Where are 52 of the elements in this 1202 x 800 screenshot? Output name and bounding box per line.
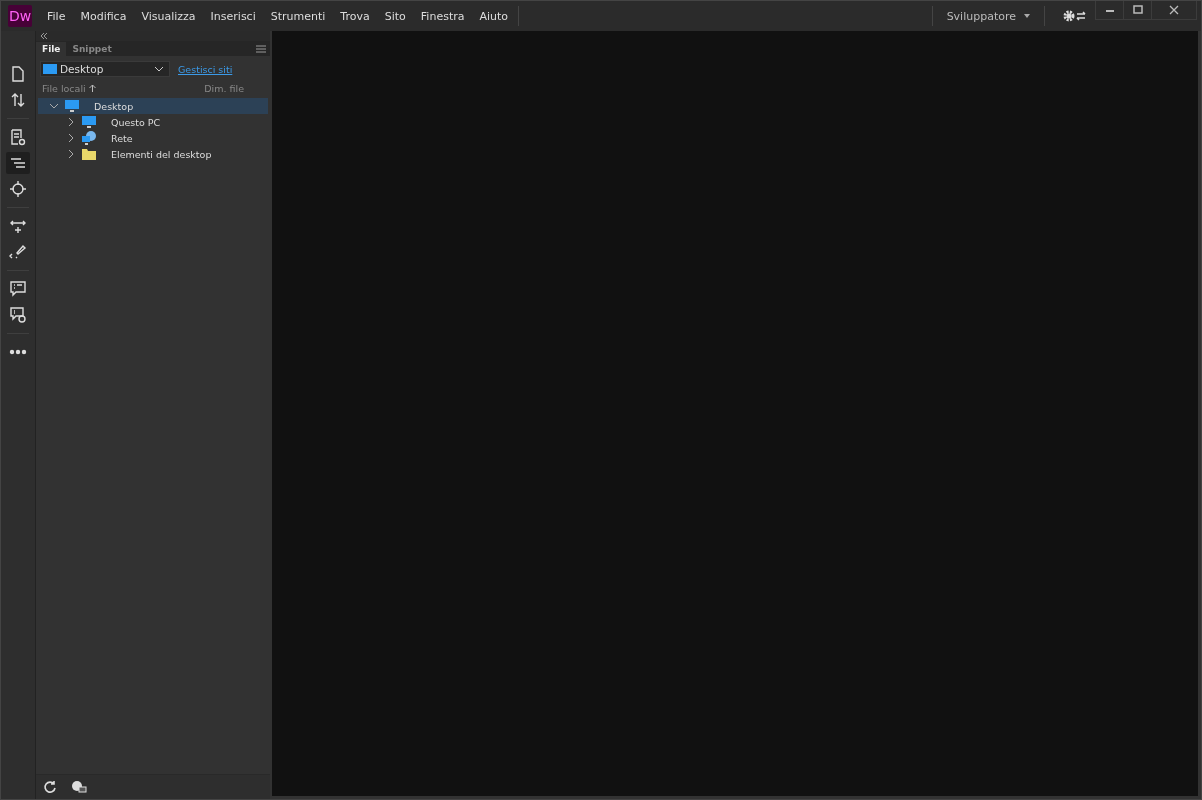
menu-item[interactable]: Modifica xyxy=(80,9,127,23)
document-eye-icon xyxy=(11,129,26,146)
gear-sync-icon[interactable] xyxy=(1063,9,1087,23)
menu-item[interactable]: Sito xyxy=(384,9,406,23)
refresh-icon[interactable] xyxy=(43,780,57,794)
comment-check-icon xyxy=(10,307,26,323)
more-icon xyxy=(9,349,27,355)
panel-tab[interactable]: Snippet xyxy=(66,41,118,56)
caret-icon xyxy=(1024,14,1030,18)
manage-sites-link[interactable]: Gestisci siti xyxy=(178,63,233,75)
tree-row[interactable]: Elementi del desktop xyxy=(38,146,268,162)
column-header[interactable]: Dim. file xyxy=(204,83,244,94)
network-icon xyxy=(81,131,97,145)
lines-icon xyxy=(10,158,26,168)
menu-item[interactable]: File xyxy=(47,9,66,23)
tree-row[interactable]: Questo PC xyxy=(38,114,268,130)
monitor-icon xyxy=(64,99,80,113)
site-dropdown[interactable]: Desktop xyxy=(40,61,170,77)
menu-item[interactable]: Trova xyxy=(340,9,370,23)
comment-icon xyxy=(10,281,26,297)
maximize-icon xyxy=(1132,5,1143,15)
up-down-arrows-icon xyxy=(11,93,25,107)
chevron-down-icon[interactable] xyxy=(50,102,58,110)
panel-tab[interactable]: File xyxy=(36,41,67,56)
menu-item[interactable]: Finestra xyxy=(420,9,465,23)
brush-code-icon xyxy=(9,244,27,259)
width-arrows-icon xyxy=(10,220,26,234)
monitor-icon xyxy=(81,115,97,129)
crosshair-icon xyxy=(9,180,27,198)
sort-up-icon xyxy=(88,84,96,92)
monitor-icon xyxy=(43,64,57,74)
menu-item[interactable]: Inserisci xyxy=(210,9,256,23)
app-logo[interactable]: Dw xyxy=(8,5,32,27)
tree-row[interactable]: Desktop xyxy=(38,98,268,114)
document-icon xyxy=(12,66,24,82)
chevron-down-icon xyxy=(155,66,163,72)
column-header[interactable]: File locali xyxy=(42,83,96,94)
menu-item[interactable]: Visualizza xyxy=(141,9,196,23)
menu-item[interactable]: Aiuto xyxy=(479,9,509,23)
tree-item-label: Desktop xyxy=(94,100,134,112)
workspace-dropdown[interactable]: Sviluppatore xyxy=(942,9,1034,23)
menu-item[interactable]: Strumenti xyxy=(270,9,326,23)
globe-comment-icon[interactable] xyxy=(71,780,87,794)
tool-button[interactable] xyxy=(6,152,30,174)
tree-row[interactable]: Rete xyxy=(38,130,268,146)
close-icon xyxy=(1169,5,1179,15)
tree-item-label: Questo PC xyxy=(111,116,161,128)
tree-item-label: Elementi del desktop xyxy=(111,148,212,160)
menu-icon[interactable] xyxy=(256,44,266,53)
folder-icon xyxy=(81,147,97,161)
collapse-icon[interactable] xyxy=(40,33,48,39)
tree-item-label: Rete xyxy=(111,132,133,144)
